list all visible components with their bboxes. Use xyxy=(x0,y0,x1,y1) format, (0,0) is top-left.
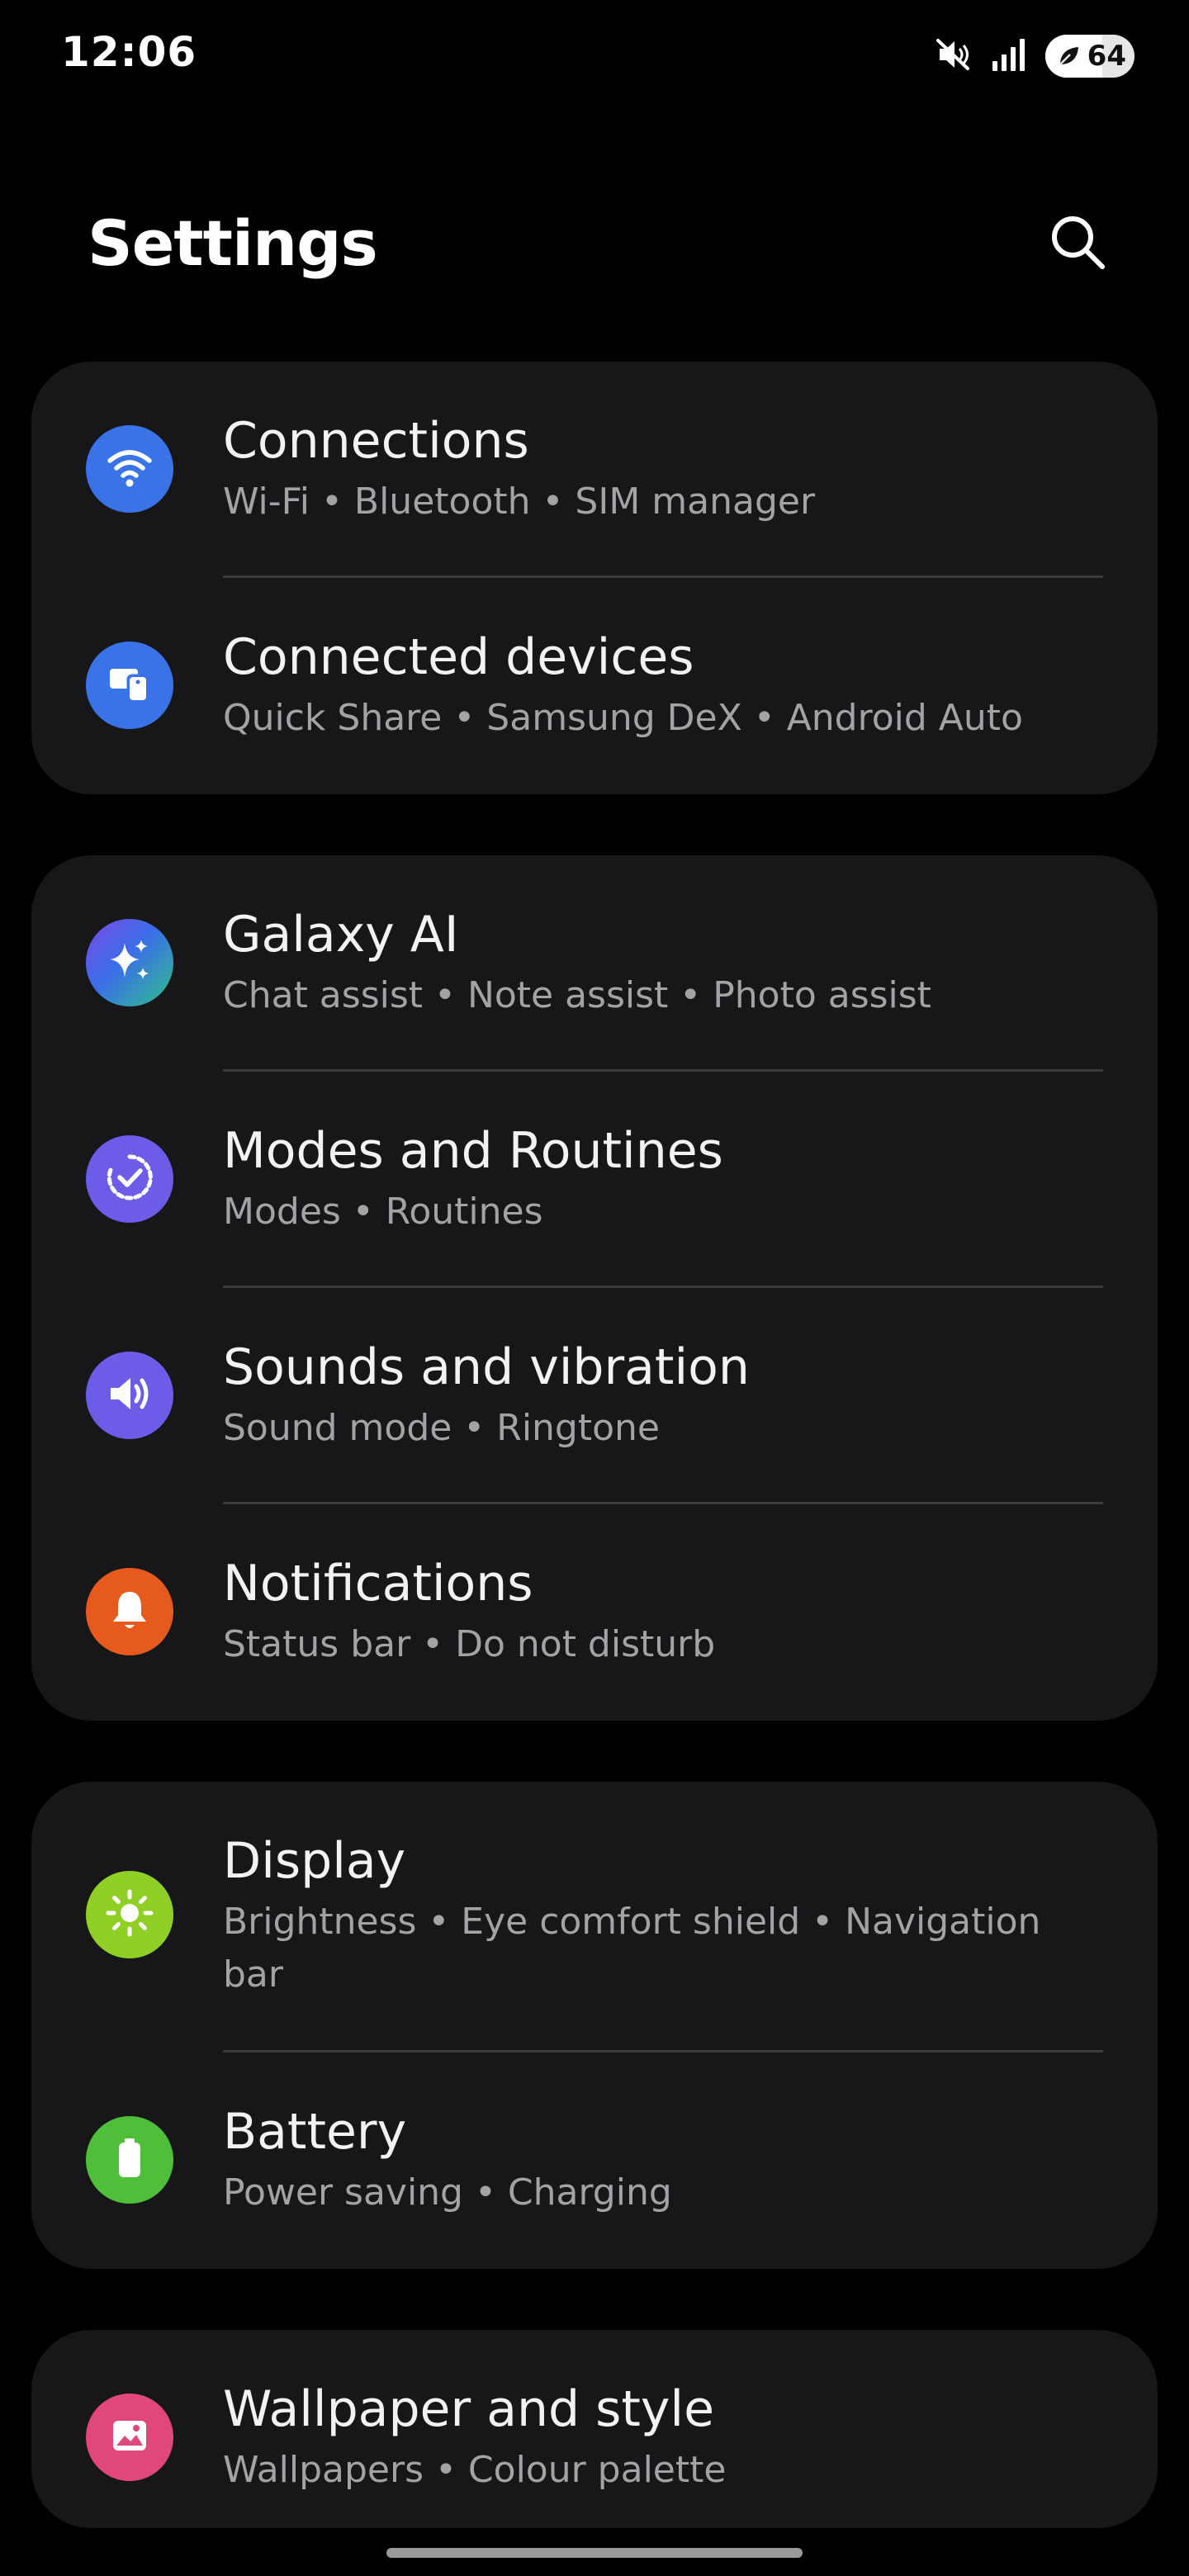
notifications-icon-badge xyxy=(86,1568,173,1655)
signal-icon xyxy=(991,36,1027,76)
settings-item-title: Connected devices xyxy=(223,628,694,686)
settings-item-subtitle: Chat assist • Note assist • Photo assist xyxy=(223,974,931,1016)
battery-percentage: 64 xyxy=(1087,40,1126,73)
search-icon xyxy=(1048,212,1107,275)
connected-devices-icon-badge xyxy=(86,642,173,729)
settings-group-display-battery: Display Brightness • Eye comfort shield … xyxy=(31,1782,1158,2269)
settings-item-subtitle: Quick Share • Samsung DeX • Android Auto xyxy=(223,697,1023,739)
settings-item-subtitle: Status bar • Do not disturb xyxy=(223,1623,716,1665)
galaxy-ai-icon-badge xyxy=(86,919,173,1006)
status-time: 12:06 xyxy=(61,28,197,76)
settings-item-wallpaper-and-style[interactable]: Wallpaper and style Wallpapers • Colour … xyxy=(31,2330,1158,2528)
settings-item-sounds-and-vibration[interactable]: Sounds and vibration Sound mode • Ringto… xyxy=(31,1288,1158,1504)
connections-icon-badge xyxy=(86,425,173,513)
settings-group-wallpaper: Wallpaper and style Wallpapers • Colour … xyxy=(31,2330,1158,2528)
devices-icon xyxy=(105,659,154,712)
sounds-icon-badge xyxy=(86,1352,173,1439)
settings-item-subtitle: Wallpapers • Colour palette xyxy=(223,2449,727,2491)
app-header: Settings xyxy=(0,182,1189,297)
settings-group-general: Galaxy AI Chat assist • Note assist • Ph… xyxy=(31,855,1158,1721)
settings-item-subtitle: Brightness • Eye comfort shield • Naviga… xyxy=(223,1901,1041,1996)
power-saving-leaf-icon xyxy=(1057,45,1080,71)
settings-item-title: Galaxy AI xyxy=(223,906,459,964)
settings-group-connectivity: Connections Wi-Fi • Bluetooth • SIM mana… xyxy=(31,362,1158,794)
mute-icon xyxy=(935,36,973,77)
settings-item-galaxy-ai[interactable]: Galaxy AI Chat assist • Note assist • Ph… xyxy=(31,855,1158,1072)
sun-icon xyxy=(103,1887,156,1943)
bell-icon xyxy=(105,1585,154,1638)
home-indicator[interactable] xyxy=(386,2548,803,2558)
settings-item-display[interactable]: Display Brightness • Eye comfort shield … xyxy=(31,1782,1158,2053)
battery-icon-badge xyxy=(86,2116,173,2204)
routine-check-icon xyxy=(104,1152,155,1206)
settings-item-title: Notifications xyxy=(223,1555,533,1612)
page-title: Settings xyxy=(88,206,378,280)
search-button[interactable] xyxy=(1040,206,1115,281)
wifi-icon xyxy=(105,443,154,495)
speaker-icon xyxy=(104,1368,155,1423)
settings-item-subtitle: Power saving • Charging xyxy=(223,2171,672,2214)
settings-item-title: Modes and Routines xyxy=(223,1122,723,1180)
settings-item-title: Sounds and vibration xyxy=(223,1338,750,1396)
wallpaper-icon-badge xyxy=(86,2394,173,2481)
settings-item-connections[interactable]: Connections Wi-Fi • Bluetooth • SIM mana… xyxy=(31,362,1158,578)
settings-item-subtitle: Sound mode • Ringtone xyxy=(223,1407,660,1449)
status-icons: 64 xyxy=(935,35,1135,78)
modes-routines-icon-badge xyxy=(86,1135,173,1223)
image-icon xyxy=(105,2411,154,2464)
status-bar: 12:06 64 xyxy=(0,0,1189,107)
settings-item-title: Battery xyxy=(223,2103,407,2161)
settings-item-notifications[interactable]: Notifications Status bar • Do not distur… xyxy=(31,1504,1158,1721)
settings-item-modes-and-routines[interactable]: Modes and Routines Modes • Routines xyxy=(31,1072,1158,1288)
settings-item-connected-devices[interactable]: Connected devices Quick Share • Samsung … xyxy=(31,578,1158,794)
settings-item-subtitle: Modes • Routines xyxy=(223,1191,543,1233)
settings-item-title: Connections xyxy=(223,412,529,470)
settings-item-title: Wallpaper and style xyxy=(223,2380,715,2438)
settings-item-title: Display xyxy=(223,1832,406,1890)
settings-item-subtitle: Wi-Fi • Bluetooth • SIM manager xyxy=(223,481,816,523)
sparkle-icon xyxy=(103,935,156,991)
battery-icon xyxy=(105,2133,154,2186)
display-icon-badge xyxy=(86,1871,173,1958)
battery-indicator: 64 xyxy=(1045,35,1135,78)
settings-item-battery[interactable]: Battery Power saving • Charging xyxy=(31,2053,1158,2269)
